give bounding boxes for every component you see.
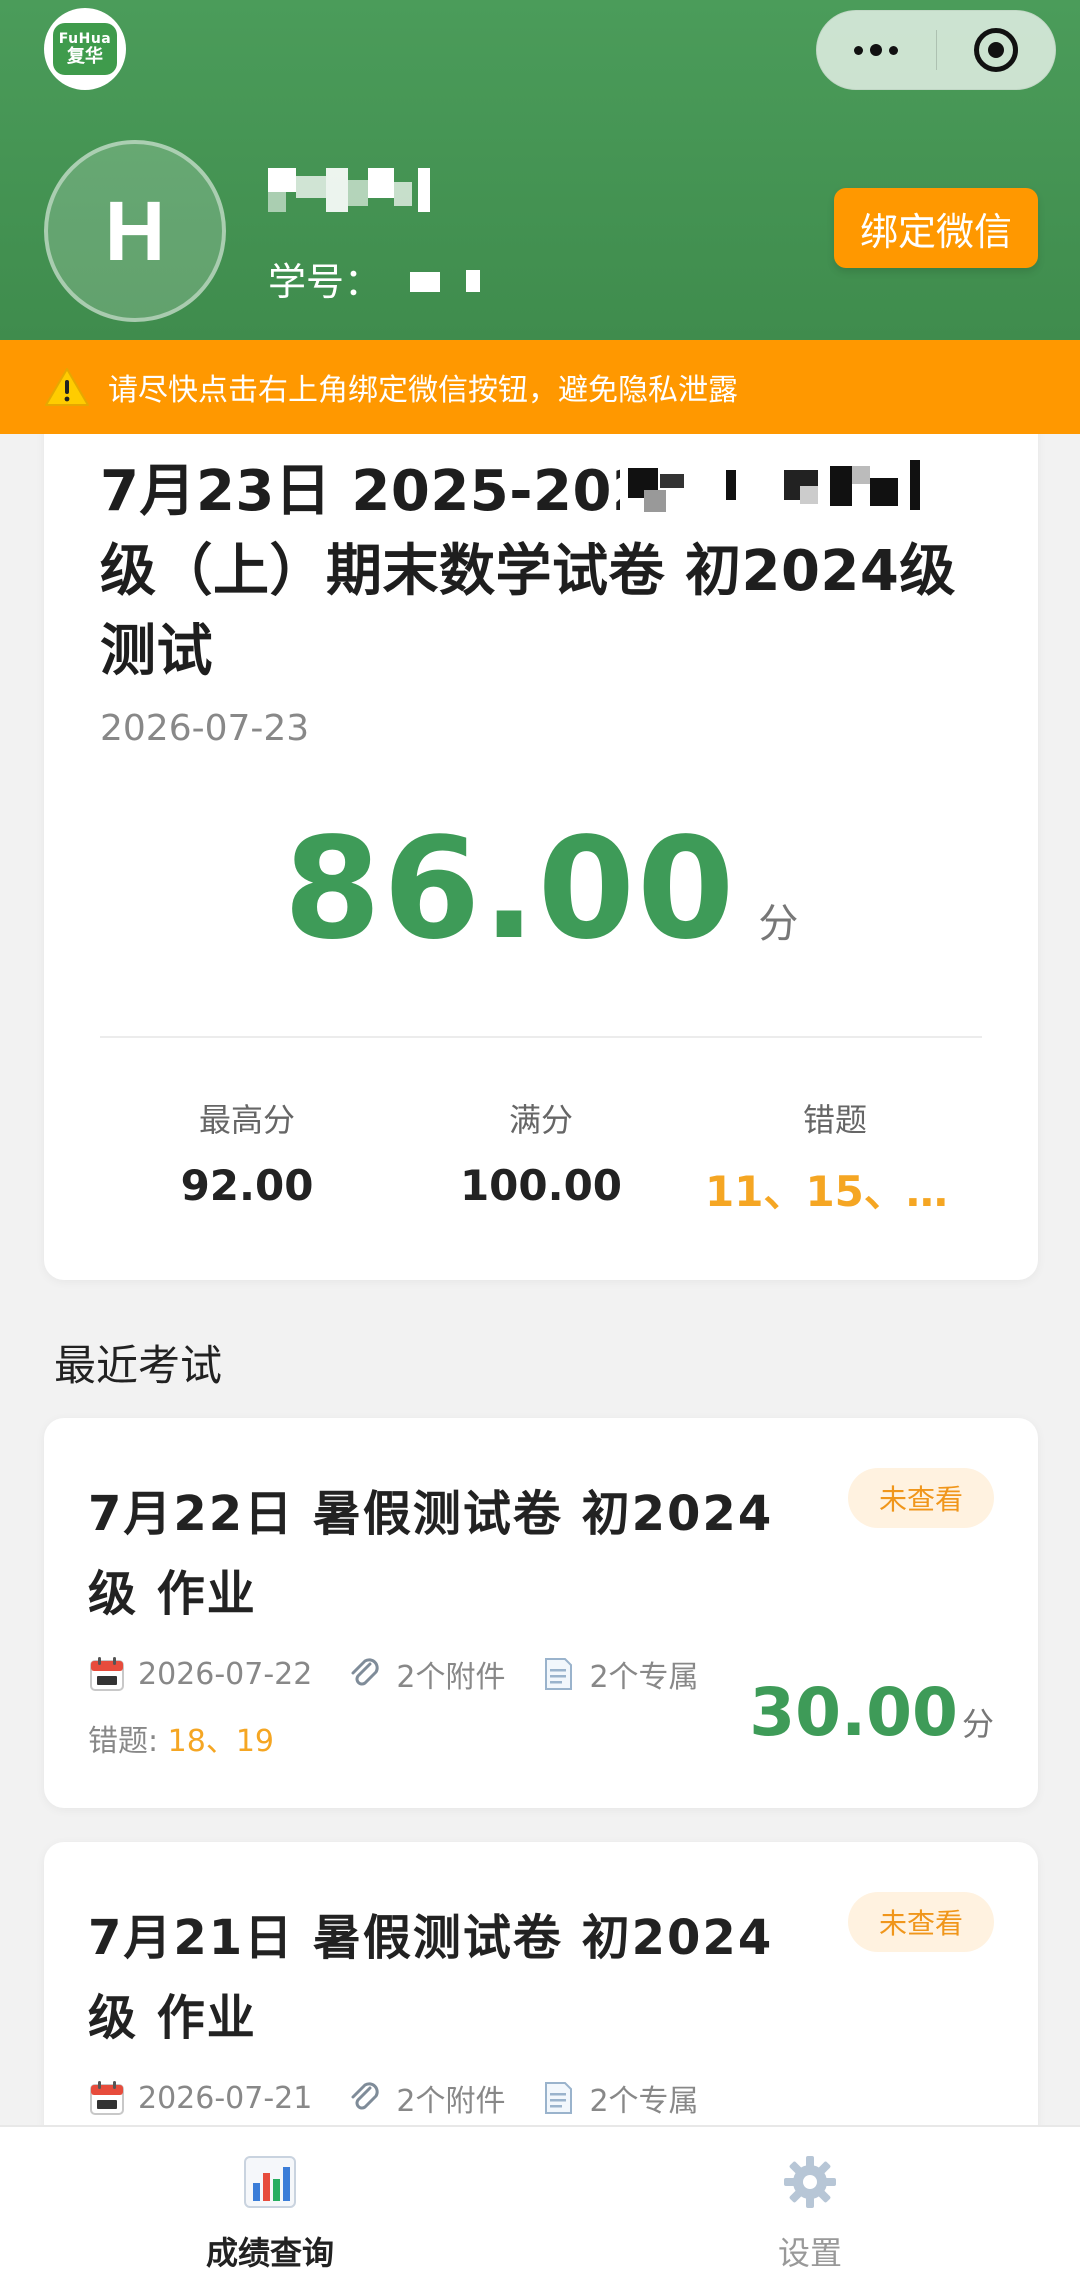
featured-score-row: 86.00 分 bbox=[44, 820, 1038, 960]
bind-wechat-button[interactable]: 绑定微信 bbox=[834, 188, 1038, 268]
card-divider bbox=[100, 1036, 982, 1038]
attachments-text: 2个附件 bbox=[396, 1660, 506, 1695]
bar-chart-icon bbox=[244, 2156, 296, 2208]
exam-list-item[interactable]: 7月22日 暑假测试卷 初2024级 作业 未查看 2026-07-22 2个附… bbox=[44, 1418, 1038, 1808]
exam-score-value: 30.00 bbox=[749, 1674, 958, 1751]
tab-settings[interactable]: 设置 bbox=[540, 2127, 1080, 2295]
exam-exclusive[interactable]: 2个专属 bbox=[539, 2076, 699, 2120]
calendar-icon bbox=[90, 1657, 124, 1691]
tab-score-query[interactable]: 成绩查询 bbox=[0, 2127, 540, 2295]
featured-exam-card[interactable]: 7月23日 2025-2026学年市九年级（上）期末数学试卷 初2024级 测试… bbox=[44, 400, 1038, 1280]
exam-attachments[interactable]: 2个附件 bbox=[346, 2076, 505, 2120]
wrong-label: 错题: bbox=[88, 1724, 168, 1759]
close-miniprogram-button[interactable] bbox=[936, 10, 1055, 90]
student-id-row: 学号： bbox=[268, 258, 530, 306]
exam-title: 7月22日 暑假测试卷 初2024级 作业 bbox=[88, 1486, 774, 1622]
privacy-notice-bar: 请尽快点击右上角绑定微信按钮，避免隐私泄露 bbox=[0, 340, 1080, 434]
wrong-questions-row: 错题: 18、19 bbox=[88, 1716, 274, 1760]
exam-date-text: 2026-07-22 bbox=[138, 1656, 313, 1692]
avatar: H bbox=[44, 140, 226, 322]
gear-icon bbox=[784, 2156, 836, 2208]
recent-exams-title: 最近考试 bbox=[54, 1341, 223, 1390]
more-menu-button[interactable] bbox=[817, 10, 936, 90]
stat-label: 最高分 bbox=[198, 1101, 295, 1139]
exam-date-text: 2026-07-21 bbox=[138, 2080, 313, 2116]
stat-label: 满分 bbox=[508, 1101, 573, 1139]
document-icon bbox=[545, 2082, 573, 2114]
exam-date: 2026-07-21 bbox=[88, 2079, 312, 2117]
score-stats: 最高分 92.00 满分 100.00 错题 11、15、2… bbox=[100, 1100, 982, 1218]
exam-score-unit: 分 bbox=[961, 1705, 994, 1743]
featured-exam-date: 2026-07-23 bbox=[100, 708, 310, 749]
exam-date: 2026-07-22 bbox=[88, 1655, 312, 1693]
school-logo: FuHua 复华 bbox=[44, 8, 126, 90]
title-redaction bbox=[620, 460, 1000, 520]
avatar-letter: H bbox=[104, 184, 166, 278]
tab-label: 设置 bbox=[777, 2234, 842, 2272]
exam-title: 7月21日 暑假测试卷 初2024级 作业 bbox=[88, 1910, 774, 2046]
stat-label: 错题 bbox=[802, 1101, 867, 1139]
paperclip-icon bbox=[351, 2082, 380, 2110]
app-root: FuHua 复华 H 学号： 绑定微信 请尽快点击右上角绑定微信按钮，避免隐私泄… bbox=[0, 0, 1080, 2295]
status-badge: 未查看 bbox=[848, 1892, 994, 1952]
more-dots-icon bbox=[854, 44, 899, 56]
exam-attachments[interactable]: 2个附件 bbox=[346, 1652, 505, 1696]
stat-full-score: 满分 100.00 bbox=[394, 1100, 688, 1218]
logo-badge: FuHua 复华 bbox=[53, 23, 117, 75]
exam-exclusive[interactable]: 2个专属 bbox=[539, 1652, 699, 1696]
exam-meta-row: 2026-07-21 2个附件 2个专属 bbox=[88, 2076, 733, 2120]
wrong-questions: 18、19 bbox=[167, 1724, 275, 1759]
close-circle-icon bbox=[973, 28, 1018, 72]
status-badge: 未查看 bbox=[848, 1468, 994, 1528]
stat-value: 100.00 bbox=[459, 1161, 623, 1210]
stat-highest: 最高分 92.00 bbox=[100, 1100, 394, 1218]
exclusive-text: 2个专属 bbox=[589, 2084, 699, 2119]
student-id-label: 学号： bbox=[268, 260, 383, 304]
attachments-text: 2个附件 bbox=[396, 2084, 506, 2119]
paperclip-icon bbox=[351, 1658, 380, 1686]
notice-text: 请尽快点击右上角绑定微信按钮，避免隐私泄露 bbox=[108, 373, 738, 408]
warning-icon bbox=[45, 368, 89, 406]
logo-text-cn: 复华 bbox=[67, 46, 103, 67]
exam-score: 30.00 分 bbox=[749, 1680, 994, 1746]
bottom-tab-bar: 成绩查询 设置 bbox=[0, 2125, 1080, 2295]
calendar-icon bbox=[90, 2081, 124, 2115]
wrong-questions-value: 11、15、2… bbox=[705, 1167, 965, 1216]
logo-text-en: FuHua bbox=[58, 31, 112, 47]
featured-score: 86.00 bbox=[283, 808, 737, 971]
exclusive-text: 2个专属 bbox=[589, 1660, 699, 1695]
profile-header: FuHua 复华 H 学号： 绑定微信 bbox=[0, 0, 1080, 340]
stat-value: 92.00 bbox=[180, 1161, 314, 1210]
document-icon bbox=[545, 1658, 573, 1690]
tab-label: 成绩查询 bbox=[205, 2234, 334, 2272]
student-name-redacted bbox=[268, 168, 448, 216]
featured-score-unit: 分 bbox=[758, 901, 799, 947]
miniprogram-capsule bbox=[816, 10, 1056, 90]
student-id-redacted bbox=[410, 262, 530, 302]
stat-wrong-questions[interactable]: 错题 11、15、2… bbox=[688, 1100, 982, 1218]
exam-meta-row: 2026-07-22 2个附件 2个专属 bbox=[88, 1652, 733, 1696]
